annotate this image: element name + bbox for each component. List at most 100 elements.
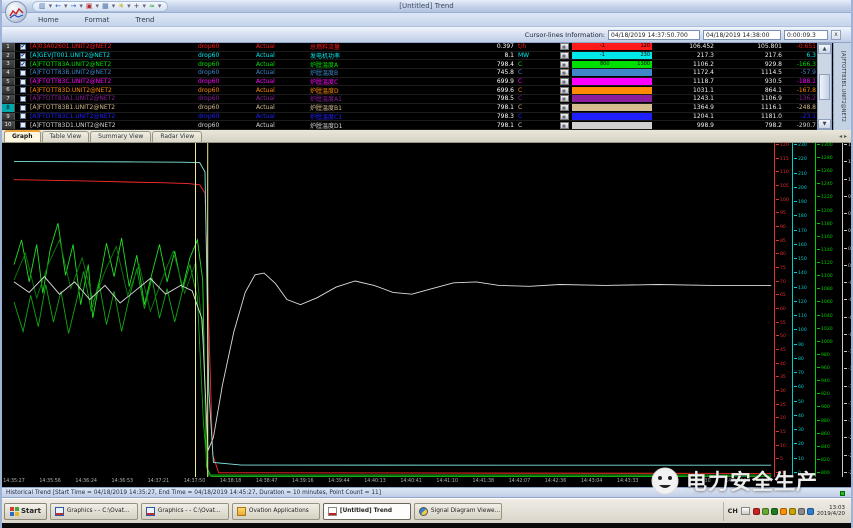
cursor-time-1-field[interactable]: 04/18/2019 14:37:50.700	[608, 30, 700, 40]
row-settings-button[interactable]: ▦	[560, 113, 569, 120]
network-status-icon[interactable]	[762, 508, 769, 515]
keyboard-icon[interactable]	[741, 507, 750, 515]
cursor-time-2-field[interactable]: 04/18/2019 14:38:00	[703, 30, 781, 40]
row-checkbox[interactable]	[20, 113, 26, 119]
tick-mark	[794, 301, 797, 302]
pen-color-band[interactable]	[572, 95, 652, 102]
add-point-icon[interactable]: +	[134, 2, 140, 11]
tick-mark	[794, 315, 797, 316]
alarm-icon[interactable]	[780, 508, 787, 515]
row-checkbox[interactable]	[20, 105, 26, 111]
taskbar-item[interactable]: [Untitled] Trend	[323, 503, 411, 520]
forward-icon[interactable]: →	[71, 2, 77, 11]
pen-color-band[interactable]	[572, 113, 652, 120]
scroll-down-icon[interactable]: ▼	[818, 119, 831, 129]
row-checkbox[interactable]	[20, 79, 26, 85]
tick-mark	[817, 380, 820, 381]
row-settings-button[interactable]: ▦	[560, 69, 569, 76]
trend-chart[interactable]: 1201151101051009590858075706560555045403…	[2, 143, 851, 487]
time-tick-label: 14:41:38	[466, 479, 500, 484]
cursor1-value: 1106.2	[652, 61, 714, 68]
row-settings-button[interactable]: ▦	[560, 78, 569, 85]
dropdown-arrow-icon[interactable]: ▾	[127, 2, 131, 11]
axis-tick-label: 30	[794, 428, 804, 433]
antivirus-icon[interactable]	[753, 508, 760, 515]
dropdown-arrow-icon[interactable]: ▾	[64, 2, 68, 11]
axis-tick-label: 90	[776, 225, 786, 230]
tab-summary-view[interactable]: Summary View	[90, 131, 151, 142]
engineering-unit: C	[514, 122, 542, 129]
tab-radar-view[interactable]: Radar View	[152, 131, 202, 142]
menu-tab-home[interactable]: Home	[34, 15, 63, 25]
axis-tick-label: 20	[776, 416, 786, 421]
row-settings-button[interactable]: ▦	[560, 52, 569, 59]
menu-tab-trend[interactable]: Trend	[131, 15, 158, 25]
chart-style-icon[interactable]: ▣	[86, 2, 93, 11]
row-settings-button[interactable]: ▦	[560, 43, 569, 50]
pen-color-band[interactable]: 8001300	[572, 61, 652, 68]
row-checkbox[interactable]	[20, 122, 26, 128]
row-settings-button[interactable]: ▦	[560, 61, 569, 68]
table-row[interactable]: 10[A]FTOTT83D1.UNIT2@NET2drop60Actual炉膛温…	[2, 121, 851, 130]
system-tray: CH 13:03 2019/4/20	[723, 502, 849, 521]
dropdown-arrow-icon[interactable]: ▾	[112, 2, 116, 11]
scrollbar-thumb[interactable]	[819, 74, 830, 100]
tab-table-view[interactable]: Table View	[42, 131, 90, 142]
dropdown-arrow-icon[interactable]: ▾	[49, 2, 53, 11]
axis-tick-label: 100	[776, 198, 789, 203]
taskbar-item[interactable]: Signal Diagram Viewe...	[414, 503, 502, 520]
row-settings-button[interactable]: ▦	[560, 122, 569, 129]
row-checkbox[interactable]	[20, 53, 26, 59]
start-button[interactable]: Start	[4, 503, 47, 520]
scheduler-icon[interactable]	[789, 508, 796, 515]
zoom-icon[interactable]: ✳	[118, 2, 124, 11]
cursor-delta-field[interactable]: 0:00:09.3	[784, 30, 828, 40]
grid-view-icon[interactable]: ▦	[102, 2, 109, 11]
taskbar-clock[interactable]: 13:03 2019/4/20	[817, 505, 845, 517]
current-value: 798.3	[452, 113, 514, 120]
row-checkbox[interactable]	[20, 96, 26, 102]
row-settings-button[interactable]: ▦	[560, 87, 569, 94]
scroll-up-icon[interactable]: ▲	[818, 44, 831, 54]
update-icon[interactable]	[807, 508, 814, 515]
dropdown-arrow-icon[interactable]: ▾	[142, 2, 146, 11]
dropdown-arrow-icon[interactable]: ▾	[79, 2, 83, 11]
point-description: 炉膛温度C1	[302, 112, 452, 121]
pen-color-band[interactable]	[572, 104, 652, 111]
row-checkbox[interactable]	[20, 61, 26, 67]
table-scrollbar[interactable]: ▲ ▼	[817, 43, 832, 130]
pen-color-band[interactable]	[572, 87, 652, 94]
volume-icon[interactable]	[798, 508, 805, 515]
dropdown-arrow-icon[interactable]: ▾	[158, 2, 162, 11]
row-settings-button[interactable]: ▦	[560, 95, 569, 102]
axis-tick-label: 15	[776, 430, 786, 435]
taskbar-item[interactable]: Graphics - - C:\Ovat...	[50, 503, 138, 520]
dropdown-arrow-icon[interactable]: ▾	[96, 2, 100, 11]
trend-properties-icon[interactable]: ▥	[39, 2, 46, 11]
row-settings-button[interactable]: ▦	[560, 104, 569, 111]
taskbar-item[interactable]: Graphics - - C:\Ovat...	[141, 503, 229, 520]
pen-color-band[interactable]	[572, 78, 652, 85]
menu-tab-format[interactable]: Format	[81, 15, 114, 25]
ovation-status-icon[interactable]	[771, 508, 778, 515]
tick-mark	[794, 258, 797, 259]
app-logo-icon[interactable]	[5, 1, 27, 23]
pen-color-band[interactable]	[572, 122, 652, 129]
back-icon[interactable]: ←	[55, 2, 61, 11]
signal-wave-icon[interactable]: ≈	[149, 2, 155, 11]
taskbar-item[interactable]: Ovation Applications	[232, 503, 320, 520]
trend-plot[interactable]	[2, 143, 772, 477]
row-checkbox[interactable]	[20, 87, 26, 93]
tab-graph[interactable]: Graph	[4, 130, 41, 142]
row-checkbox[interactable]	[20, 70, 26, 76]
selected-point-side-tab[interactable]: [A]FTOTT83B1.UNIT2@NET2	[833, 43, 851, 130]
pen-color-band[interactable]	[572, 69, 652, 76]
pen-color-band[interactable]: -1120	[572, 43, 652, 50]
language-indicator[interactable]: CH	[728, 507, 738, 515]
cursor-info-close-button[interactable]: x	[831, 30, 841, 40]
tick-mark	[817, 210, 820, 211]
tab-scroll-arrows[interactable]: ◂ ▸	[839, 133, 847, 140]
tick-mark	[844, 386, 847, 387]
row-checkbox[interactable]	[20, 44, 26, 50]
pen-color-band[interactable]: -1230	[572, 52, 652, 59]
